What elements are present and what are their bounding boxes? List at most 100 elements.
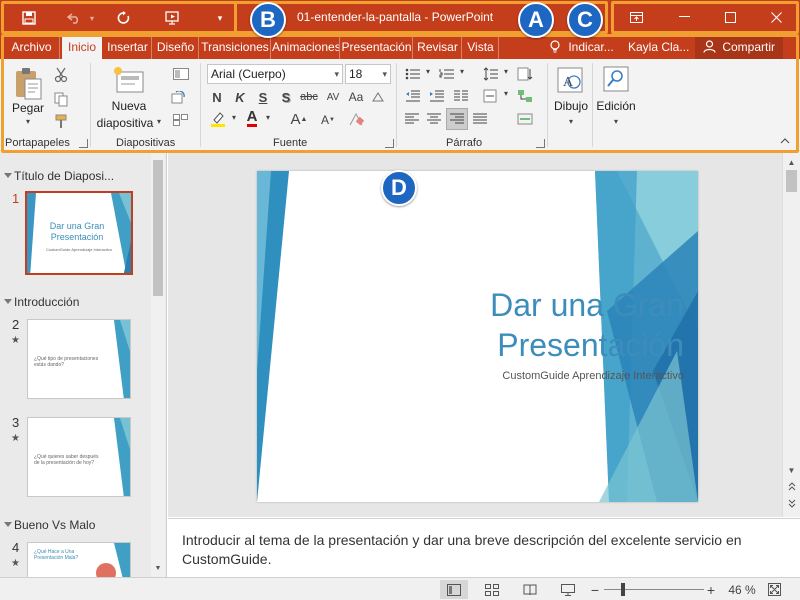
new-slide-label-2[interactable]: diapositiva [94, 116, 156, 130]
slide-sorter-icon[interactable] [478, 580, 506, 599]
copy-icon[interactable] [50, 89, 72, 109]
align-right-icon[interactable] [446, 108, 468, 130]
drawing-button[interactable]: Dibujo [551, 99, 591, 113]
chevron-down-icon[interactable]: ▾ [611, 117, 621, 126]
save-icon[interactable] [16, 6, 42, 30]
zoom-level[interactable]: 46 % [726, 580, 758, 599]
tab-vista[interactable]: Vista [463, 37, 499, 59]
justify-icon[interactable] [470, 109, 490, 129]
previous-slide-icon[interactable] [783, 478, 800, 494]
slide-thumbnail-2[interactable]: ¿Qué tipo de presentaciones estás dando? [27, 319, 131, 399]
chevron-down-icon[interactable]: ▾ [424, 67, 432, 76]
align-center-icon[interactable] [424, 109, 444, 129]
increase-indent-icon[interactable] [426, 87, 448, 105]
scrollbar-thumb[interactable] [786, 170, 797, 192]
editor-scrollbar[interactable]: ▲ ▼ [782, 152, 800, 517]
normal-view-icon[interactable] [440, 580, 468, 599]
strikethrough-button[interactable]: abc [298, 87, 320, 107]
tab-insertar[interactable]: Insertar [104, 37, 152, 59]
chevron-down-icon[interactable]: ▾ [263, 113, 273, 122]
tab-diseno[interactable]: Diseño [153, 37, 199, 59]
italic-button[interactable]: K [230, 87, 250, 107]
scrollbar-thumb[interactable] [153, 160, 163, 296]
font-size-combo[interactable]: 18 ▾ [345, 64, 391, 84]
slideshow-icon[interactable] [554, 580, 582, 599]
character-spacing-button[interactable]: AV [322, 87, 344, 107]
paste-button[interactable]: Pegar [8, 101, 48, 115]
editing-button[interactable]: Edición [594, 99, 638, 113]
slide-subtitle[interactable]: CustomGuide Aprendizaje Interactivo [384, 370, 684, 382]
collapse-ribbon-icon[interactable] [778, 135, 792, 147]
chevron-down-icon[interactable]: ▾ [566, 117, 576, 126]
paste-icon[interactable] [10, 65, 46, 103]
change-case-button[interactable]: Aa [346, 87, 366, 107]
smartart-icon[interactable] [514, 87, 536, 105]
tab-inicio[interactable]: Inicio [62, 37, 102, 59]
numbering-icon[interactable] [436, 65, 458, 83]
start-from-beginning-icon[interactable] [160, 6, 186, 30]
undo-dropdown-icon[interactable]: ▾ [86, 6, 98, 30]
format-painter-icon[interactable] [50, 111, 72, 131]
font-launcher-icon[interactable] [385, 139, 394, 148]
tab-presentacion[interactable]: Presentación [341, 37, 413, 59]
close-icon[interactable] [756, 4, 796, 30]
decrease-indent-icon[interactable] [402, 87, 424, 105]
new-slide-label-1[interactable]: Nueva [96, 99, 162, 113]
thumbnails-scrollbar[interactable]: ▼ [151, 152, 165, 577]
customize-icon[interactable]: ▾ [212, 6, 228, 30]
font-color-button[interactable]: A [242, 107, 262, 129]
chevron-down-icon[interactable]: ▾ [229, 113, 239, 122]
reset-icon[interactable] [168, 89, 188, 107]
tab-archivo[interactable]: Archivo [4, 37, 60, 59]
zoom-slider-thumb[interactable] [621, 583, 625, 596]
clear-formatting-icon[interactable] [345, 109, 367, 129]
layout-icon[interactable] [168, 65, 194, 83]
bullets-icon[interactable] [402, 65, 424, 83]
underline-button[interactable]: S [253, 87, 273, 107]
section-title[interactable]: Título de Diaposi... [3, 169, 114, 183]
convert-smartart-icon[interactable] [514, 109, 536, 129]
ribbon-display-icon[interactable] [616, 4, 656, 30]
shapes-icon[interactable]: A [555, 65, 585, 95]
next-slide-icon[interactable] [783, 495, 800, 511]
reading-view-icon[interactable] [516, 580, 544, 599]
slide-thumbnail-3[interactable]: ¿Qué quieres saber después de la present… [27, 417, 131, 497]
fit-slide-icon[interactable] [764, 580, 784, 599]
cut-icon[interactable] [50, 65, 72, 85]
repeat-icon[interactable] [112, 6, 136, 30]
new-slide-dropdown-icon[interactable]: ▾ [154, 117, 164, 126]
scroll-up-icon[interactable]: ▲ [783, 154, 800, 170]
tab-transiciones[interactable]: Transiciones [200, 37, 271, 59]
bold-button[interactable]: N [207, 87, 227, 107]
minimize-icon[interactable] [664, 4, 704, 30]
tell-me[interactable]: Indicar... [550, 37, 614, 59]
slide-title[interactable]: Dar una Gran Presentación [324, 285, 684, 365]
shrink-font-button[interactable]: A ▼ [318, 111, 338, 129]
user-name[interactable]: Kayla Cla... [628, 37, 689, 59]
zoom-in-button[interactable]: + [704, 580, 718, 599]
paragraph-launcher-icon[interactable] [536, 139, 545, 148]
align-text-icon[interactable] [480, 87, 502, 105]
new-slide-icon[interactable] [112, 63, 146, 97]
tab-revisar[interactable]: Revisar [414, 37, 462, 59]
font-name-combo[interactable]: Arial (Cuerpo) ▾ [207, 64, 343, 84]
shadow-button[interactable]: S [276, 87, 296, 107]
tab-animaciones[interactable]: Animaciones [272, 37, 340, 59]
align-left-icon[interactable] [402, 109, 422, 129]
chevron-down-icon[interactable]: ▾ [502, 67, 510, 76]
line-spacing-icon[interactable] [480, 65, 502, 83]
undo-icon[interactable] [62, 6, 86, 30]
paste-dropdown-icon[interactable]: ▾ [20, 117, 36, 126]
section-title[interactable]: Bueno Vs Malo [3, 518, 95, 532]
current-slide[interactable]: Dar una Gran Presentación CustomGuide Ap… [257, 171, 698, 502]
zoom-out-button[interactable]: − [588, 580, 602, 599]
zoom-slider-track[interactable] [604, 589, 704, 590]
slide-thumbnail-1[interactable]: Dar una Gran Presentación CustomGuide Ap… [25, 191, 133, 275]
find-icon[interactable] [602, 65, 630, 93]
chevron-down-icon[interactable]: ▾ [502, 89, 510, 98]
scroll-down-icon[interactable]: ▼ [783, 462, 800, 478]
maximize-icon[interactable] [710, 4, 750, 30]
columns-icon[interactable] [450, 87, 472, 105]
highlight-icon[interactable] [207, 109, 229, 129]
clipboard-launcher-icon[interactable] [79, 139, 88, 148]
